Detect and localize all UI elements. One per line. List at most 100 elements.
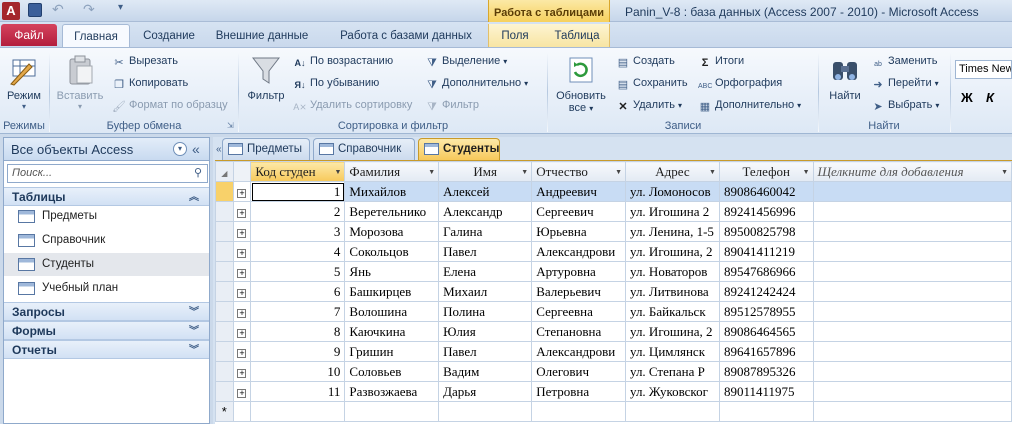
- nav-item-studenty[interactable]: Студенты: [4, 253, 209, 276]
- tab-file[interactable]: Файл: [1, 24, 57, 46]
- cell-adres[interactable]: ул. Литвинова: [625, 281, 720, 302]
- cell-add-new[interactable]: [812, 201, 1012, 222]
- cell-kod[interactable]: 7: [250, 301, 346, 322]
- cell-otchestvo[interactable]: Сергеевна: [531, 301, 627, 322]
- table-row[interactable]: +10 Соловьев Вадим Олегович ул. Степана Р 890…: [215, 361, 1012, 382]
- undo-icon[interactable]: ↶: [52, 1, 68, 17]
- sort-descending-button[interactable]: Я↓ По убыванию: [293, 74, 380, 92]
- cell-telefon[interactable]: 89241242424: [718, 281, 814, 302]
- new-record-selector[interactable]: *: [215, 401, 234, 422]
- spelling-button[interactable]: ABC Орфография: [698, 74, 782, 92]
- cell-imya[interactable]: Павел: [438, 241, 533, 262]
- select-button[interactable]: ➤ Выбрать ▾: [871, 96, 939, 114]
- new-record-cell[interactable]: [625, 401, 720, 422]
- cell-add-new[interactable]: [812, 381, 1012, 402]
- expand-plus-icon[interactable]: +: [237, 289, 247, 298]
- cell-familiya[interactable]: Михайлов: [344, 181, 440, 202]
- cell-add-new[interactable]: [812, 221, 1012, 242]
- cell-kod[interactable]: 6: [250, 281, 346, 302]
- cell-adres[interactable]: ул. Степана Р: [625, 361, 720, 382]
- new-record-cell[interactable]: [250, 401, 346, 422]
- column-dropdown-icon[interactable]: ▼: [428, 168, 435, 176]
- view-button[interactable]: Режим ▾: [2, 54, 46, 111]
- cell-familiya[interactable]: Янь: [344, 261, 440, 282]
- cell-kod[interactable]: 9: [250, 341, 346, 362]
- column-dropdown-icon[interactable]: ▼: [803, 168, 810, 176]
- tab-create[interactable]: Создание: [134, 24, 204, 48]
- table-row[interactable]: +4 Сокольцов Павел Александрови ул. Игошина,…: [215, 241, 1012, 262]
- cell-otchestvo[interactable]: Александрови: [531, 241, 627, 262]
- cell-telefon[interactable]: 89086464565: [718, 321, 814, 342]
- cell-imya[interactable]: Алексей: [438, 181, 533, 202]
- column-dropdown-icon[interactable]: ▼: [521, 168, 528, 176]
- cell-adres[interactable]: ул. Игошина 2: [625, 201, 720, 222]
- expand-plus-icon[interactable]: +: [237, 309, 247, 318]
- cell-telefon[interactable]: 89500825798: [718, 221, 814, 242]
- record-selector[interactable]: [215, 361, 234, 382]
- tab-table[interactable]: Таблица: [546, 24, 608, 48]
- expand-cell[interactable]: +: [232, 181, 252, 202]
- cell-imya[interactable]: Полина: [438, 301, 533, 322]
- delete-record-button[interactable]: ✕ Удалить ▾: [616, 96, 682, 114]
- cell-adres[interactable]: ул. Новаторов: [625, 261, 720, 282]
- cell-otchestvo[interactable]: Артуровна: [531, 261, 627, 282]
- filter-button[interactable]: Фильтр: [242, 54, 290, 102]
- paste-button[interactable]: Вставить ▾: [54, 54, 106, 111]
- cell-kod[interactable]: 4: [250, 241, 346, 262]
- expand-plus-icon[interactable]: +: [237, 349, 247, 358]
- find-button[interactable]: Найти: [823, 54, 867, 102]
- bold-button[interactable]: Ж: [961, 90, 973, 105]
- cell-adres[interactable]: ул. Ленина, 1-5: [625, 221, 720, 242]
- copy-button[interactable]: ❐ Копировать: [112, 74, 188, 92]
- cell-familiya[interactable]: Сокольцов: [344, 241, 440, 262]
- new-record-cell[interactable]: [812, 401, 1012, 422]
- save-record-button[interactable]: ▤ Сохранить: [616, 74, 688, 92]
- select-all-corner[interactable]: ◢: [215, 161, 234, 182]
- nav-collapse-icon[interactable]: «: [192, 141, 200, 157]
- nav-item-spravochnik[interactable]: Справочник: [4, 229, 209, 252]
- expand-plus-icon[interactable]: +: [237, 269, 247, 278]
- table-row[interactable]: +7 Волошина Полина Сергеевна ул. Байкальск 89…: [215, 301, 1012, 322]
- cell-familiya[interactable]: Соловьев: [344, 361, 440, 382]
- refresh-all-button[interactable]: Обновить все ▾: [551, 54, 611, 114]
- redo-icon[interactable]: ↷: [83, 1, 99, 17]
- nav-section-reports[interactable]: Отчеты ︾: [4, 340, 209, 359]
- cell-telefon[interactable]: 89547686966: [718, 261, 814, 282]
- new-record-cell[interactable]: [531, 401, 627, 422]
- cell-add-new[interactable]: [812, 341, 1012, 362]
- cell-add-new[interactable]: [812, 321, 1012, 342]
- cell-imya[interactable]: Галина: [438, 221, 533, 242]
- record-selector[interactable]: [215, 321, 234, 342]
- cell-kod[interactable]: 2: [250, 201, 346, 222]
- expand-plus-icon[interactable]: +: [237, 249, 247, 258]
- cell-telefon[interactable]: 89512578955: [718, 301, 814, 322]
- record-selector[interactable]: [215, 181, 234, 202]
- cell-adres[interactable]: ул. Игошина, 2: [625, 241, 720, 262]
- expand-plus-icon[interactable]: +: [237, 229, 247, 238]
- selection-filter-button[interactable]: ⧩ Выделение ▾: [425, 52, 507, 70]
- expand-cell[interactable]: +: [232, 361, 252, 382]
- cell-familiya[interactable]: Волошина: [344, 301, 440, 322]
- cell-add-new[interactable]: [812, 181, 1012, 202]
- column-header-imya[interactable]: Имя ▼: [438, 161, 533, 182]
- font-name-select[interactable]: Times New: [955, 60, 1012, 79]
- tab-database-tools[interactable]: Работа с базами данных: [330, 24, 482, 48]
- cell-adres[interactable]: ул. Байкальск: [625, 301, 720, 322]
- cell-otchestvo[interactable]: Степановна: [531, 321, 627, 342]
- column-header-telefon[interactable]: Телефон ▼: [718, 161, 814, 182]
- cell-add-new[interactable]: [812, 281, 1012, 302]
- expand-cell[interactable]: +: [232, 281, 252, 302]
- expand-cell[interactable]: +: [232, 301, 252, 322]
- column-header-otchestvo[interactable]: Отчество ▼: [531, 161, 627, 182]
- cell-familiya[interactable]: Гришин: [344, 341, 440, 362]
- table-row[interactable]: +9 Гришин Павел Александрови ул. Цимлянск 896…: [215, 341, 1012, 362]
- cell-add-new[interactable]: [812, 261, 1012, 282]
- save-icon[interactable]: [28, 3, 42, 17]
- expand-plus-icon[interactable]: +: [237, 329, 247, 338]
- table-row[interactable]: +11 Развозжаева Дарья Петровна ул. Жуковског…: [215, 381, 1012, 402]
- cell-otchestvo[interactable]: Андреевич: [531, 181, 627, 202]
- doc-tabs-scroll-icon[interactable]: «: [216, 144, 222, 155]
- cell-familiya[interactable]: Веретельнико: [344, 201, 440, 222]
- column-dropdown-icon[interactable]: ▼: [1001, 168, 1008, 176]
- cell-telefon[interactable]: 89087895326: [718, 361, 814, 382]
